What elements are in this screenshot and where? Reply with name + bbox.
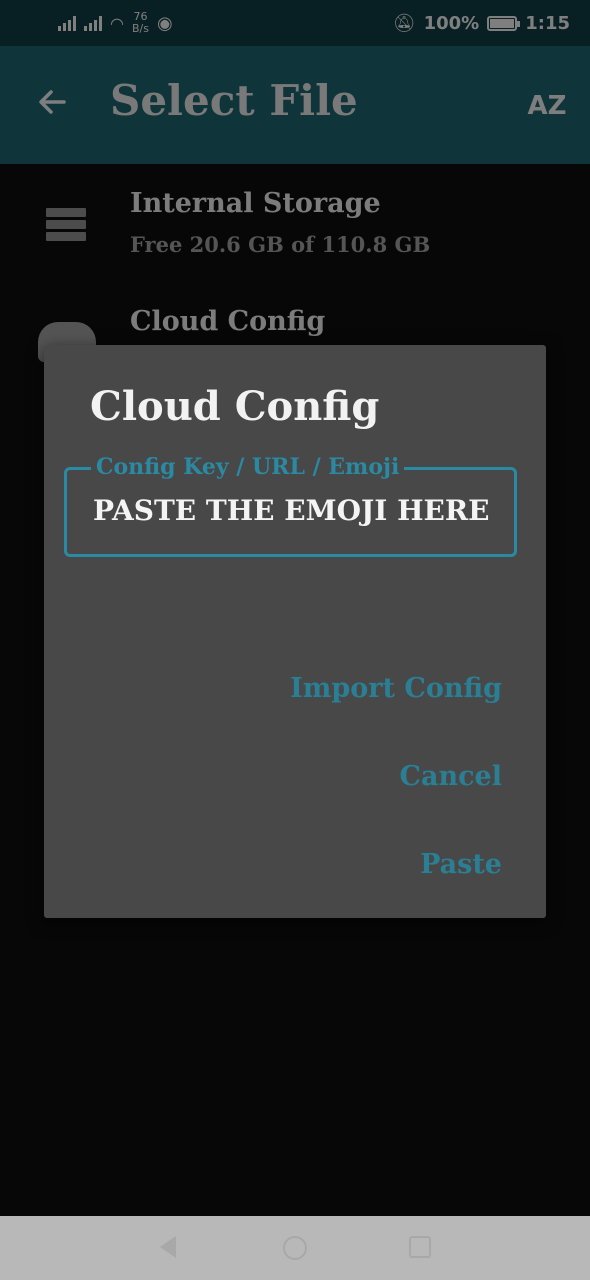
navigation-bar: [0, 1216, 590, 1280]
field-label: Config Key / URL / Emoji: [91, 454, 405, 480]
cancel-button[interactable]: Cancel: [400, 761, 503, 792]
nav-recents-icon[interactable]: [409, 1236, 431, 1258]
cloud-config-dialog: Cloud Config Config Key / URL / Emoji Im…: [44, 345, 546, 918]
paste-button[interactable]: Paste: [420, 849, 502, 880]
config-key-field[interactable]: Config Key / URL / Emoji: [64, 454, 517, 557]
nav-home-icon[interactable]: [283, 1236, 307, 1260]
nav-back-icon[interactable]: [160, 1236, 176, 1258]
config-key-input[interactable]: [93, 494, 503, 527]
dialog-title: Cloud Config: [90, 383, 380, 430]
import-config-button[interactable]: Import Config: [290, 673, 502, 704]
